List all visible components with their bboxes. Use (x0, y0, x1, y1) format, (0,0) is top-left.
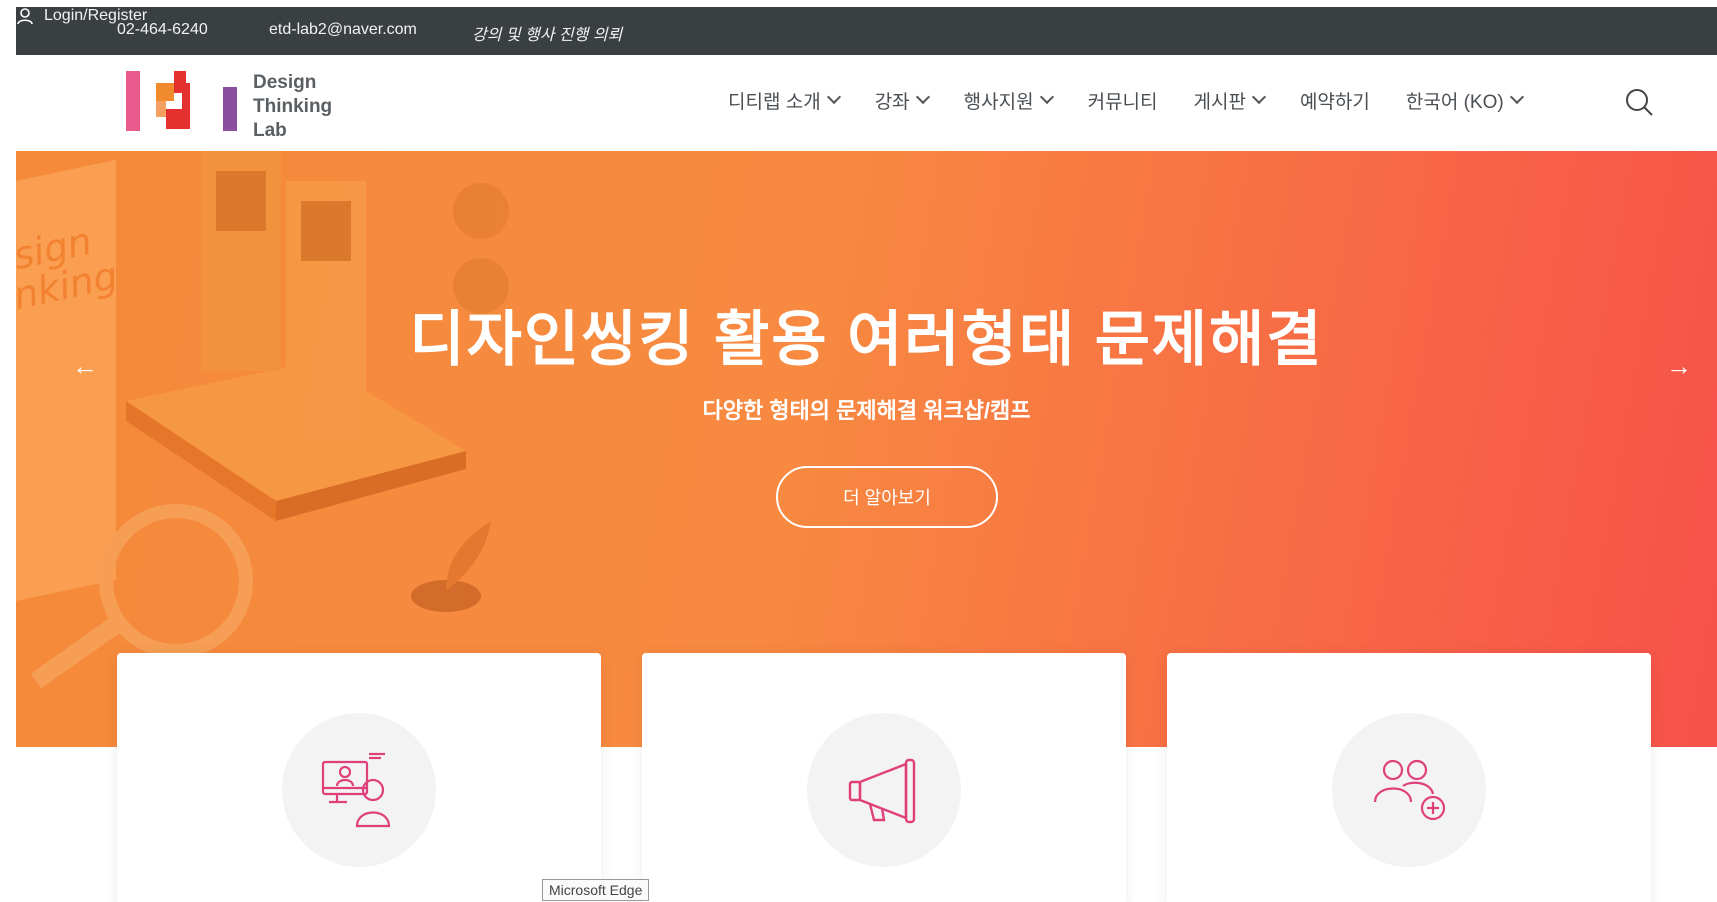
nav-item-about[interactable]: 디티랩 소개 (728, 87, 841, 114)
nav-item-community[interactable]: 커뮤니티 (1088, 87, 1158, 114)
hero-subtitle: 다양한 형태의 문제해결 워크샵/캠프 (702, 398, 1031, 423)
site-logo[interactable]: Design Thinking Lab (126, 67, 336, 141)
nav-label: 행사지원 (963, 92, 1034, 113)
taskbar-tooltip: Microsoft Edge (542, 879, 650, 901)
megaphone-icon (848, 758, 916, 824)
request-link[interactable]: 강의 및 행사 진행 의뢰 (472, 21, 622, 45)
language-selector[interactable]: 한국어 (KO) (1405, 87, 1524, 114)
logo-line2: Thinking (253, 96, 333, 117)
feature-card-lecture[interactable] (117, 653, 601, 902)
nav-label: 커뮤니티 (1087, 92, 1158, 113)
hero-title: 디자인씽킹 활용 여러형태 문제해결 (409, 306, 1324, 373)
user-icon (17, 8, 33, 25)
online-lecture-icon (321, 752, 391, 828)
phone-number[interactable]: 02-464-6240 (117, 21, 208, 39)
nav-label: 게시판 (1193, 92, 1246, 113)
icon-circle (282, 713, 436, 867)
logo-line3: Lab (253, 120, 287, 141)
logo-text: Design Thinking Lab (253, 71, 332, 143)
email-link[interactable]: etd-lab2@naver.com (269, 21, 417, 39)
nav-label: 예약하기 (1299, 92, 1370, 113)
feature-card-community[interactable] (1167, 653, 1651, 902)
browser-viewport: 02-464-6240 etd-lab2@naver.com 강의 및 행사 진… (16, 7, 1717, 902)
search-icon[interactable] (1624, 87, 1654, 117)
nav-item-courses[interactable]: 강좌 (874, 87, 930, 114)
chevron-down-icon (1039, 89, 1054, 104)
site-header: Design Thinking Lab 디티랩 소개 강좌 행사지원 커뮤니티 … (16, 55, 1717, 151)
logo-mark-icon (126, 71, 237, 131)
chevron-down-icon (1251, 89, 1267, 104)
icon-circle (807, 713, 961, 867)
chevron-down-icon (915, 89, 930, 104)
icon-circle (1332, 713, 1486, 867)
feature-card-event[interactable] (642, 653, 1126, 902)
nav-item-board[interactable]: 게시판 (1193, 87, 1267, 114)
logo-line1: Design (253, 72, 317, 93)
top-bar: 02-464-6240 etd-lab2@naver.com 강의 및 행사 진… (16, 7, 1717, 55)
nav-item-event-support[interactable]: 행사지원 (963, 87, 1054, 114)
chevron-down-icon (826, 89, 841, 104)
nav-item-reservation[interactable]: 예약하기 (1300, 87, 1370, 114)
nav-label: 한국어 (KO) (1405, 92, 1504, 113)
nav-label: 디티랩 소개 (728, 92, 821, 113)
chevron-down-icon (1509, 89, 1524, 104)
nav-label: 강좌 (874, 92, 910, 113)
main-nav: 디티랩 소개 강좌 행사지원 커뮤니티 게시판 예약하기 한국어 (KO) (728, 87, 1558, 114)
add-group-icon (1373, 759, 1446, 821)
learn-more-button[interactable]: 더 알아보기 (776, 466, 998, 528)
